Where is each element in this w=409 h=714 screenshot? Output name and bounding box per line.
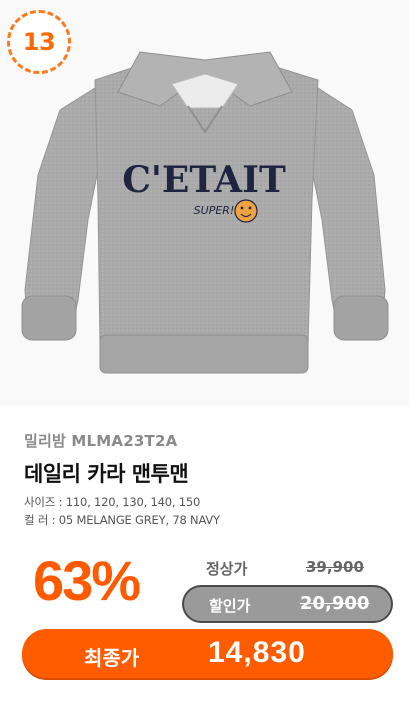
product-title[interactable]: 데일리 카라 맨투맨 <box>24 458 189 488</box>
print-text-main: C'ETAIT <box>122 159 286 201</box>
color-options: 컬 러 : 05 MELANGE GREY, 78 NAVY <box>24 513 220 527</box>
rank-number: 13 <box>22 28 56 56</box>
smiley-icon <box>234 199 258 223</box>
sale-price-label: 할인가 <box>209 597 251 615</box>
regular-price: 39,900 <box>306 558 364 576</box>
print-text-sub: SUPER! <box>194 204 235 217</box>
size-options: 사이즈 : 110, 120, 130, 140, 150 <box>24 495 201 509</box>
brand-model: 밀리밤 MLMA23T2A <box>24 432 178 450</box>
final-price: 14,830 <box>208 636 306 669</box>
sale-price: 20,900 <box>300 593 370 614</box>
sale-price-pill: 할인가 20,900 <box>182 585 393 623</box>
regular-price-label: 정상가 <box>206 560 248 578</box>
discount-rate: 63% <box>33 549 141 612</box>
final-price-label: 최종가 <box>84 646 140 670</box>
final-price-button[interactable]: 최종가 14,830 <box>22 629 393 678</box>
product-image[interactable]: C'ETAIT SUPER! 13 <box>0 0 409 406</box>
rank-badge: 13 <box>7 10 71 74</box>
